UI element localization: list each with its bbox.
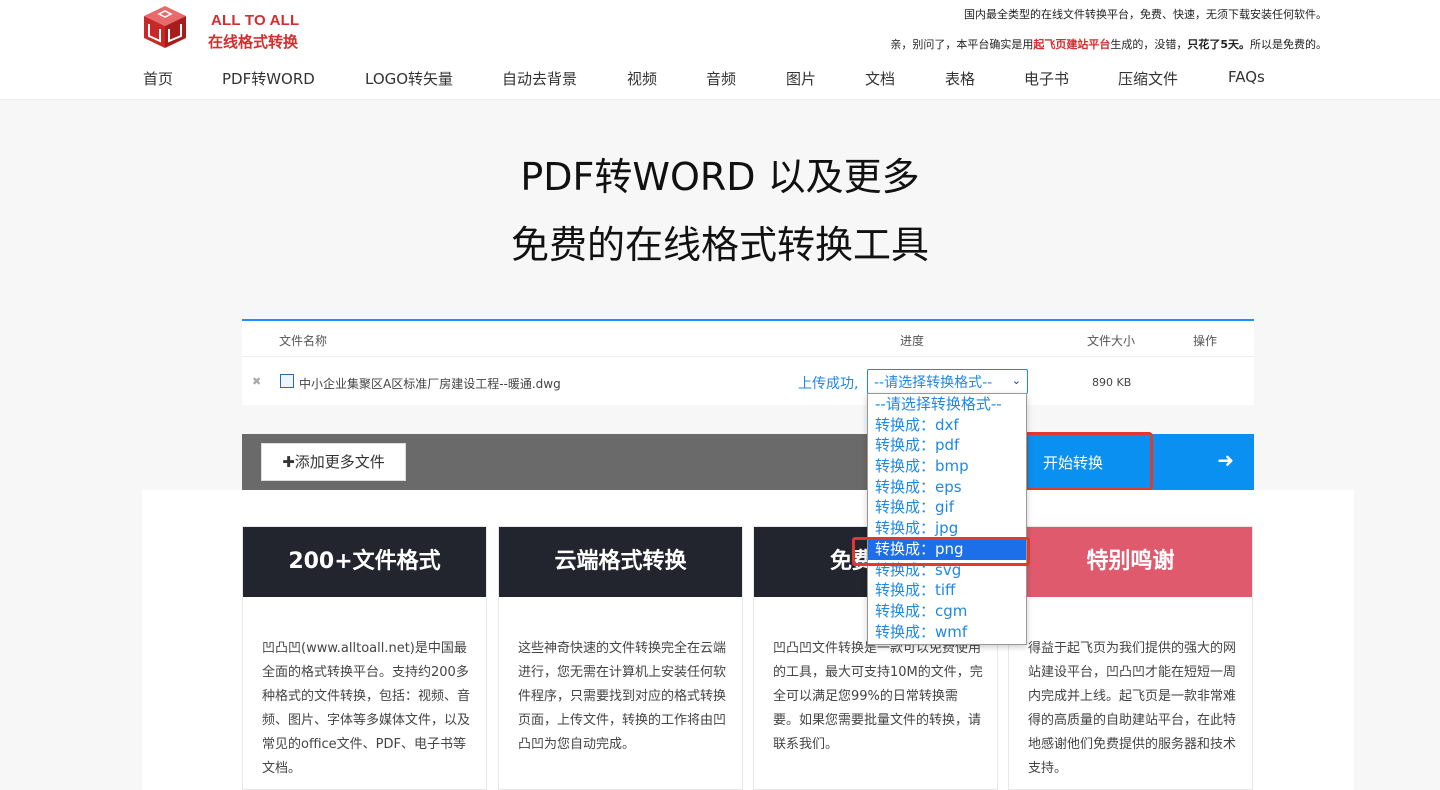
tagline-pre: 亲，别问了，本平台确实是用	[890, 38, 1034, 51]
col-header-progress: 进度	[900, 334, 925, 348]
dropdown-option-dxf[interactable]: 转换成：dxf	[868, 415, 1026, 436]
card-title: 云端格式转换	[499, 527, 742, 597]
hero-subtitle: 免费的在线格式转换工具	[510, 223, 929, 267]
card-title: 200+文件格式	[243, 527, 486, 597]
start-convert-button[interactable]: 开始转换 ➜	[1028, 434, 1254, 490]
col-header-size: 文件大小	[1087, 334, 1136, 348]
file-name: 中小企业集聚区A区标准厂房建设工程--暖通.dwg	[299, 377, 561, 391]
card-body: 凹凸凹文件转换是一款可以免费使用的工具，最大可支持10M的文件，完全可以满足您9…	[773, 641, 983, 752]
dropdown-option[interactable]: --请选择转换格式--	[868, 394, 1026, 415]
dropdown-option-gif[interactable]: 转换成：gif	[868, 497, 1026, 518]
chevron-down-icon: ⌄	[1011, 374, 1021, 387]
tagline-bold: 只花了5天。	[1187, 38, 1250, 51]
hero-title: PDF转WORD 以及更多	[520, 155, 920, 199]
nav-item-logo-vector[interactable]: LOGO转矢量	[365, 68, 453, 89]
dropdown-option-jpg[interactable]: 转换成：jpg	[868, 518, 1026, 539]
feature-card-cloud: 云端格式转换 这些神奇快速的文件转换完全在云端进行，您无需在计算机上安装任何软件…	[498, 526, 743, 790]
format-select[interactable]: --请选择转换格式-- ⌄	[867, 369, 1028, 394]
card-body: 这些神奇快速的文件转换完全在云端进行，您无需在计算机上安装任何软件程序，只需要找…	[518, 641, 727, 752]
dropdown-option-wmf[interactable]: 转换成：wmf	[868, 622, 1026, 643]
row-divider	[242, 356, 1254, 357]
plus-icon: ✚	[282, 453, 295, 471]
site-header: ALL TO ALL 在线格式转换 国内最全类型的在线文件转换平台，免费、快速，…	[0, 0, 1440, 100]
logo-text-cn[interactable]: 在线格式转换	[208, 31, 298, 52]
file-size: 890 KB	[1092, 376, 1132, 389]
dropdown-option-cgm[interactable]: 转换成：cgm	[868, 601, 1026, 622]
tagline-primary: 国内最全类型的在线文件转换平台，免费、快速，无须下载安装任何软件。	[964, 8, 1327, 21]
nav-item-spreadsheet[interactable]: 表格	[945, 68, 975, 89]
dropdown-option-eps[interactable]: 转换成：eps	[868, 477, 1026, 498]
feature-card-formats: 200+文件格式 凹凸凹(www.alltoall.net)是中国最全面的格式转…	[242, 526, 487, 790]
nav-item-image[interactable]: 图片	[786, 68, 816, 89]
add-more-label: 添加更多文件	[294, 453, 385, 471]
col-header-name: 文件名称	[279, 334, 328, 348]
main-nav: 首页 PDF转WORD LOGO转矢量 自动去背景 视频 音频 图片 文档 表格…	[0, 68, 1440, 92]
dropdown-option-png[interactable]: 转换成：png	[868, 538, 1026, 560]
nav-item-pdf-to-word[interactable]: PDF转WORD	[222, 68, 315, 89]
upload-status: 上传成功,	[798, 376, 859, 392]
format-dropdown-list: --请选择转换格式-- 转换成：dxf 转换成：pdf 转换成：bmp 转换成：…	[867, 393, 1027, 645]
nav-item-archive[interactable]: 压缩文件	[1118, 68, 1178, 89]
dropdown-option-tiff[interactable]: 转换成：tiff	[868, 580, 1026, 601]
logo-text-en[interactable]: ALL TO ALL	[211, 12, 299, 29]
arrow-right-icon: ➜	[1217, 448, 1234, 472]
dropdown-option-svg[interactable]: 转换成：svg	[868, 560, 1026, 581]
nav-item-remove-bg[interactable]: 自动去背景	[502, 68, 577, 89]
add-more-files-button[interactable]: ✚添加更多文件	[261, 443, 406, 481]
dropdown-option-pdf[interactable]: 转换成：pdf	[868, 435, 1026, 456]
tagline-post: 所以是免费的。	[1250, 38, 1327, 51]
card-body: 凹凸凹(www.alltoall.net)是中国最全面的格式转换平台。支持约20…	[262, 641, 471, 776]
col-header-action: 操作	[1193, 334, 1218, 348]
remove-file-icon[interactable]: ✖	[252, 375, 261, 388]
nav-item-home[interactable]: 首页	[143, 68, 173, 89]
logo-cube-icon[interactable]	[142, 4, 188, 50]
feature-card-thanks: 特别鸣谢 得益于起飞页为我们提供的强大的网站建设平台，凹凸凹才能在短短一周内完成…	[1008, 526, 1253, 790]
format-select-value: --请选择转换格式--	[874, 375, 993, 391]
tagline-link[interactable]: 起飞页建站平台	[1033, 38, 1110, 51]
nav-item-audio[interactable]: 音频	[706, 68, 736, 89]
nav-item-video[interactable]: 视频	[627, 68, 657, 89]
card-body: 得益于起飞页为我们提供的强大的网站建设平台，凹凸凹才能在短短一周内完成并上线。起…	[1028, 641, 1237, 776]
dropdown-option-bmp[interactable]: 转换成：bmp	[868, 456, 1026, 477]
nav-item-ebook[interactable]: 电子书	[1024, 68, 1069, 89]
dwg-file-icon	[280, 374, 294, 388]
file-table: 文件名称 进度 文件大小 操作 ✖ 中小企业集聚区A区标准厂房建设工程--暖通.…	[242, 319, 1254, 405]
start-convert-label: 开始转换	[1043, 454, 1104, 472]
nav-item-document[interactable]: 文档	[865, 68, 895, 89]
card-title: 特别鸣谢	[1009, 527, 1252, 597]
tagline-mid: 生成的，没错，	[1110, 38, 1188, 51]
tagline-secondary: 亲，别问了，本平台确实是用起飞页建站平台生成的，没错，只花了5天。所以是免费的。	[890, 36, 1327, 52]
nav-item-faqs[interactable]: FAQs	[1228, 68, 1265, 86]
